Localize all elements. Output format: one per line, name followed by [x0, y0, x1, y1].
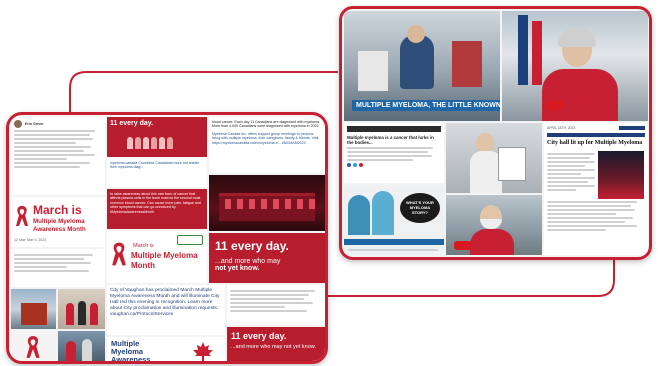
march-myeloma-card[interactable]: March is Multiple Myeloma Month [107, 231, 207, 283]
eleven-every-day-post[interactable]: 11 every day. ...and more who may not ye… [227, 327, 325, 361]
avatar [14, 120, 22, 128]
maple-leaf-icon [193, 342, 213, 361]
eleven-every-day-text: 11 every day. [110, 120, 154, 127]
march-card-line: Month [131, 261, 155, 270]
post-text: to raise awareness about this rare form … [110, 192, 201, 214]
tweet-card[interactable] [227, 285, 325, 325]
people-photo [58, 331, 105, 361]
post-caption: myeloma.canada Countless Canadians more … [110, 161, 200, 170]
eleven-every-day-post[interactable]: 11 every day. myeloma.canada Countless C… [107, 117, 207, 187]
interview-photo[interactable] [502, 11, 648, 121]
news-coverage-collage: MULTIPLE MYELOMA, THE LITTLE KNOWN CANCE… [339, 6, 652, 260]
tweet-author: Erin Green [25, 121, 44, 126]
news-article[interactable]: Multiple myeloma is a cancer that lurks … [344, 123, 444, 183]
city-hall-night-photo [209, 175, 325, 231]
eleven-every-day-sub: ...and more who may not yet know. [231, 344, 316, 350]
collage-stage: Erin Green 11 every day. myeloma.canada … [0, 0, 658, 366]
cityhall-photo [598, 151, 644, 200]
post-text: City of Vaughan has proclaimed March Mul… [110, 288, 220, 317]
tweet-date: 12 Mar: Mar 9, 2023 [14, 238, 47, 242]
march-awareness-post[interactable]: March is Multiple Myeloma Awareness Mont… [11, 197, 105, 247]
myeloma-awareness-card[interactable]: Multiple Myeloma Awareness [107, 337, 225, 364]
cityhall-article[interactable]: APRIL 18TH, 2023 City hall lit up for Mu… [544, 123, 648, 255]
eleven-every-day-sub: ...and more who may [215, 258, 281, 265]
tweet-text: blood cancer. Each day 11 Canadians are … [212, 120, 321, 129]
awareness-text-post[interactable]: to raise awareness about this rare form … [107, 189, 207, 229]
myeloma-story-graphic[interactable]: WHAT'S YOUR MYELOMA STORY? [344, 185, 444, 255]
vaughan-proclamation-post[interactable]: City of Vaughan has proclaimed March Mul… [107, 285, 225, 335]
march-card-line: March is [133, 243, 154, 249]
article-title: City hall lit up for Multiple Myeloma [547, 140, 643, 147]
social-media-collage: Erin Green 11 every day. myeloma.canada … [6, 112, 328, 364]
sponsor-logo [177, 235, 203, 245]
tweet-card[interactable] [11, 249, 105, 287]
ribbon-photo [11, 331, 56, 361]
news-caption: MULTIPLE MYELOMA, THE LITTLE KNOWN CANCE… [352, 100, 500, 111]
story-badge: WHAT'S YOUR MYELOMA STORY? [406, 200, 434, 215]
ribbon-icon [112, 242, 126, 266]
awareness-line: Awareness [111, 355, 151, 364]
group-photo [58, 289, 105, 329]
eleven-every-day-sub: not yet know. [215, 265, 260, 272]
tweet-card[interactable]: Erin Green [11, 117, 105, 195]
march-title: March is [33, 203, 82, 217]
march-subtitle: Awareness Month [33, 226, 86, 233]
eleven-every-day-banner[interactable]: 11 every day. ...and more who may not ye… [209, 233, 325, 283]
article-title: Multiple myeloma is a cancer that lurks … [347, 135, 434, 146]
tweet-text: Myeloma Canada Inc. offers support group… [212, 131, 320, 145]
news-video-still[interactable]: MULTIPLE MYELOMA, THE LITTLE KNOWN CANCE… [344, 11, 500, 121]
news-logo-icon [454, 241, 472, 250]
outdoor-interview-photo[interactable] [446, 195, 542, 255]
proclamation-photo[interactable] [446, 123, 542, 193]
eleven-every-day-heading: 11 every day. [215, 239, 289, 253]
ribbon-icon [16, 206, 28, 226]
article-date: APRIL 18TH, 2023 [547, 126, 576, 130]
march-card-line: Multiple Myeloma [131, 251, 198, 260]
news-logo-icon [546, 101, 564, 110]
ribbon-icon [26, 336, 40, 358]
city-hall-photo [11, 289, 56, 329]
tweet-card[interactable]: blood cancer. Each day 11 Canadians are … [209, 117, 325, 173]
march-subtitle: Multiple Myeloma [33, 218, 85, 225]
eleven-every-day-heading: 11 every day. [231, 331, 287, 341]
